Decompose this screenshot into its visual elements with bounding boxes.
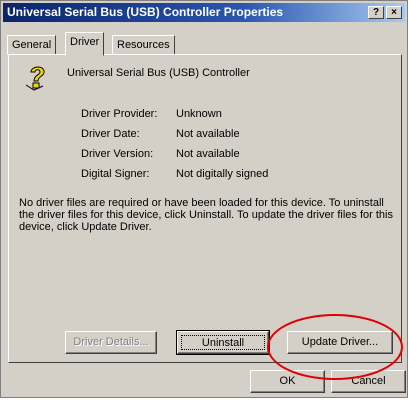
- tab-resources[interactable]: Resources: [112, 35, 175, 55]
- device-name: Universal Serial Bus (USB) Controller: [67, 67, 250, 79]
- driver-tab-panel: Universal Serial Bus (USB) Controller Dr…: [8, 54, 402, 363]
- driver-provider-label: Driver Provider:: [81, 108, 158, 120]
- help-button[interactable]: ?: [368, 6, 384, 19]
- update-driver-button[interactable]: Update Driver...: [287, 331, 393, 354]
- driver-date-value: Not available: [176, 128, 240, 140]
- driver-details-button[interactable]: Driver Details...: [65, 331, 157, 354]
- driver-description: No driver files are required or have bee…: [19, 197, 393, 233]
- driver-version-label: Driver Version:: [81, 148, 154, 160]
- window-title: Universal Serial Bus (USB) Controller Pr…: [7, 5, 284, 19]
- driver-provider-value: Unknown: [176, 108, 222, 120]
- driver-version-value: Not available: [176, 148, 240, 160]
- cancel-button[interactable]: Cancel: [331, 370, 406, 393]
- driver-date-label: Driver Date:: [81, 128, 140, 140]
- tab-driver[interactable]: Driver: [65, 32, 105, 56]
- digital-signer-value: Not digitally signed: [176, 168, 269, 180]
- uninstall-label: Uninstall: [181, 335, 265, 350]
- question-mark-device-icon: [23, 63, 51, 94]
- close-button[interactable]: ×: [386, 6, 402, 19]
- tab-general[interactable]: General: [7, 35, 57, 55]
- ok-button[interactable]: OK: [250, 370, 325, 393]
- title-bar[interactable]: Universal Serial Bus (USB) Controller Pr…: [3, 3, 405, 22]
- digital-signer-label: Digital Signer:: [81, 168, 150, 180]
- uninstall-button[interactable]: Uninstall: [176, 330, 270, 355]
- properties-dialog: Universal Serial Bus (USB) Controller Pr…: [0, 0, 408, 398]
